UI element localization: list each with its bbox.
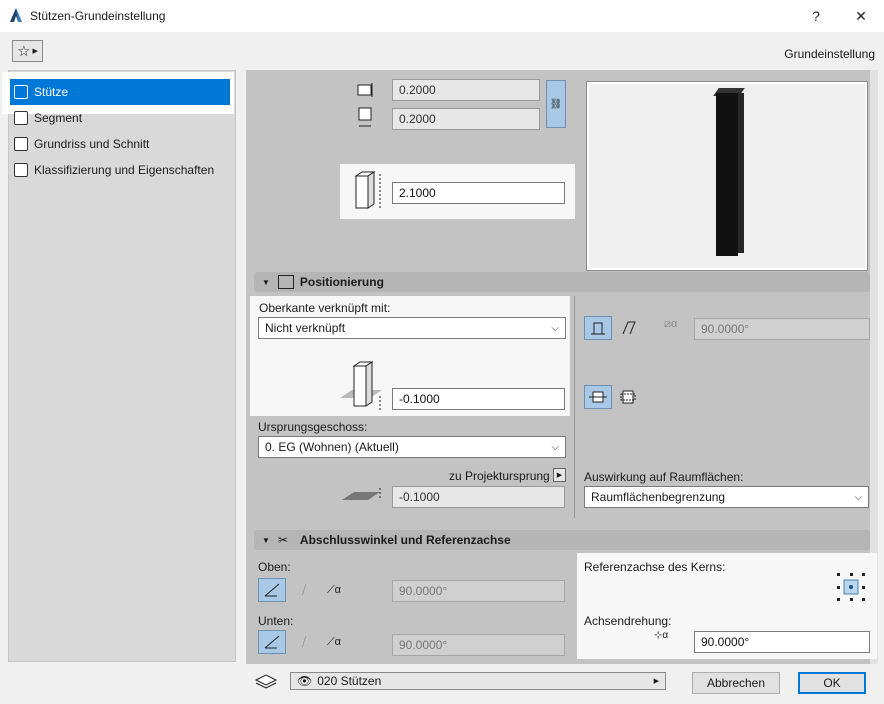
- cancel-button[interactable]: Abbrechen: [692, 672, 780, 694]
- slant-angle-field: 90.0000°: [694, 318, 870, 340]
- home-story-label: Ursprungsgeschoss:: [258, 420, 368, 434]
- segment-icon: [14, 111, 28, 125]
- axis-rotation-label: Achsendrehung:: [584, 614, 672, 628]
- axis-rotation-field[interactable]: 90.0000°: [694, 631, 870, 653]
- origin-menu-button[interactable]: ▶: [553, 468, 566, 482]
- bottom-angle-field: 90.0000°: [392, 634, 565, 656]
- slanted-column-button[interactable]: [615, 316, 643, 340]
- collapse-triangle-icon: ▼: [262, 535, 270, 545]
- sidebar-item-segment[interactable]: Segment: [10, 105, 230, 131]
- play-arrow-icon: ▶: [653, 678, 659, 685]
- origin-offset-icon: [342, 488, 381, 500]
- top-angle-icon: [264, 583, 280, 597]
- origin-offset-field[interactable]: -0.1000: [392, 486, 565, 508]
- layer-select[interactable]: 👁 020 Stützen ▶: [290, 672, 666, 690]
- collapse-triangle-icon: ▼: [262, 277, 270, 287]
- bottom-angle-label: Unten:: [258, 614, 294, 628]
- slanted-cut-icon: ⧸: [301, 582, 307, 597]
- positioning-icon: [277, 275, 294, 289]
- section-header-abschlusswinkel[interactable]: ▼ ✂ Abschlusswinkel und Referenzachse: [254, 530, 870, 550]
- archicad-logo-icon: [10, 8, 22, 22]
- vertical-column-icon: [591, 322, 605, 335]
- classification-icon: [14, 163, 28, 177]
- zone-cut-icon: [620, 390, 636, 404]
- top-offset-field[interactable]: -0.1000: [392, 388, 565, 410]
- slanted-column-icon: [622, 321, 636, 335]
- sidebar-item-grundriss[interactable]: Grundriss und Schnitt: [10, 131, 230, 157]
- core-axis-anchor-picker[interactable]: [836, 572, 866, 602]
- star-icon: ☆: [17, 43, 31, 60]
- depth-icon: [358, 107, 372, 127]
- core-axis-label: Referenzachse des Kerns:: [584, 560, 726, 574]
- sidebar-item-label: Grundriss und Schnitt: [34, 137, 150, 151]
- scissors-icon: ✂: [277, 533, 288, 547]
- window-title: Stützen-Grundeinstellung: [30, 9, 166, 23]
- slant-angle-icon: ⧄α: [664, 318, 678, 330]
- 3d-preview: [586, 81, 868, 271]
- eye-icon: 👁: [297, 674, 313, 688]
- column-offset-icon: [340, 361, 382, 410]
- column-icon: [14, 85, 28, 99]
- favorites-button[interactable]: ☆ ▶: [12, 40, 43, 62]
- play-arrow-icon: ▶: [556, 472, 563, 479]
- help-button[interactable]: ?: [793, 0, 839, 32]
- column-preview-shape: [716, 93, 738, 256]
- zone-boundary-icon: [589, 391, 607, 403]
- zone-effect-label: Auswirkung auf Raumflächen:: [584, 470, 744, 484]
- bottom-angle-button-2: ⧸: [290, 630, 318, 654]
- vertical-column-button[interactable]: [584, 316, 612, 340]
- layer-icon: [254, 672, 278, 690]
- zone-relation-button-1[interactable]: [584, 385, 612, 409]
- sidebar-item-label: Segment: [34, 111, 83, 125]
- floorplan-icon: [14, 137, 28, 151]
- chevron-down-icon: ⌵: [551, 322, 559, 334]
- sidebar-item-klassifizierung[interactable]: Klassifizierung und Eigenschaften: [10, 157, 230, 183]
- divider: [574, 296, 575, 518]
- top-linked-label: Oberkante verknüpft mit:: [259, 301, 391, 315]
- top-angle-button-2: ⧸: [290, 578, 318, 602]
- sidebar-item-label: Klassifizierung und Eigenschaften: [34, 163, 215, 177]
- top-angle-button-3[interactable]: ⟋α: [320, 578, 348, 602]
- sidebar-item-stuetze[interactable]: Stütze: [10, 79, 230, 105]
- bottom-angle-button-1[interactable]: [258, 630, 286, 654]
- chain-link-icon: ⛓: [549, 98, 563, 110]
- slanted-cut-icon: ⧸: [301, 634, 307, 649]
- to-project-origin-label: zu Projektursprung: [449, 469, 550, 483]
- chevron-down-icon: ⌵: [551, 441, 559, 453]
- bottom-angle-button-3[interactable]: ⟋α: [320, 630, 348, 654]
- link-dimensions-button[interactable]: ⛓: [546, 80, 566, 128]
- height-field[interactable]: 2.1000: [392, 182, 565, 204]
- play-arrow-icon: ▶: [32, 48, 38, 55]
- section-header-positionierung[interactable]: ▼ Positionierung: [254, 272, 870, 292]
- chevron-down-icon: ⌵: [854, 491, 862, 503]
- settings-label: Grundeinstellung: [784, 47, 875, 61]
- custom-angle-icon: ⟋α: [326, 583, 342, 596]
- top-angle-label: Oben:: [258, 560, 291, 574]
- top-linked-select[interactable]: Nicht verknüpft ⌵: [258, 317, 566, 339]
- ok-button[interactable]: OK: [798, 672, 866, 694]
- zone-relation-button-2[interactable]: [614, 385, 642, 409]
- close-button[interactable]: ✕: [838, 0, 884, 32]
- anchor-grid-icon: [837, 573, 865, 601]
- sidebar-item-label: Stütze: [34, 85, 69, 99]
- depth-field[interactable]: 0.2000: [392, 108, 540, 130]
- home-story-select[interactable]: 0. EG (Wohnen) (Aktuell) ⌵: [258, 436, 566, 458]
- width-field[interactable]: 0.2000: [392, 79, 540, 101]
- width-icon: [357, 83, 373, 97]
- zone-effect-select[interactable]: Raumflächenbegrenzung ⌵: [584, 486, 869, 508]
- axis-rotation-icon: ⊹α: [654, 630, 669, 641]
- bottom-angle-icon: [264, 635, 280, 649]
- column-height-icon: [354, 171, 381, 209]
- top-angle-field: 90.0000°: [392, 580, 565, 602]
- top-angle-button-1[interactable]: [258, 578, 286, 602]
- custom-angle-icon: ⟋α: [326, 635, 342, 648]
